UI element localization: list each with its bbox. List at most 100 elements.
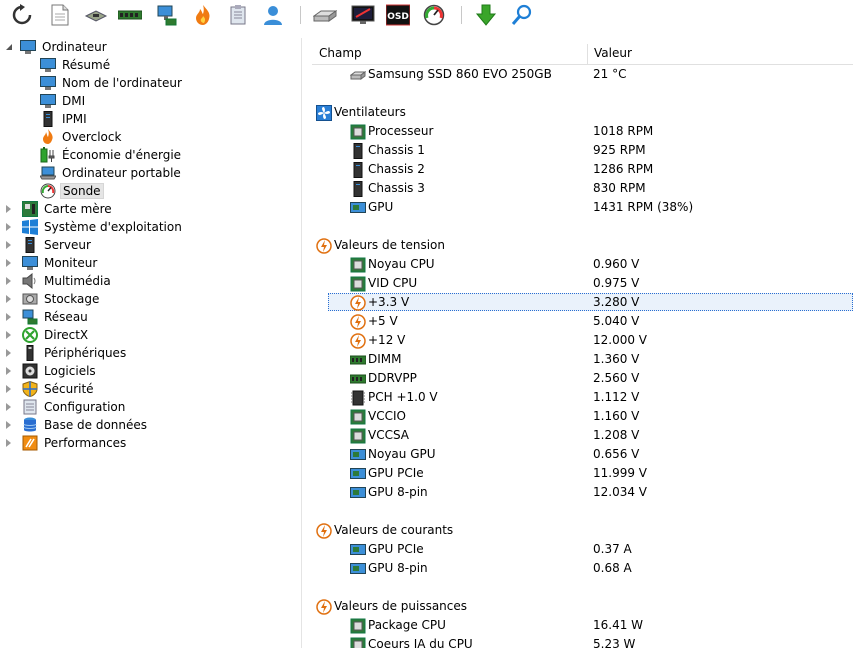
monitor-icon[interactable] bbox=[351, 3, 375, 27]
tree-node-sonde[interactable]: Sonde bbox=[40, 182, 104, 200]
group-header[interactable]: Valeurs de puissances bbox=[312, 597, 853, 616]
ram-stick-icon bbox=[349, 352, 367, 368]
tree-node-network[interactable]: Réseau bbox=[6, 308, 90, 326]
tree-label: IPMI bbox=[62, 112, 87, 126]
table-row[interactable]: Chassis 3 830 RPM bbox=[312, 179, 853, 198]
table-row[interactable]: Noyau CPU 0.960 V bbox=[312, 255, 853, 274]
drive-icon[interactable] bbox=[313, 3, 337, 27]
field-value: 21 °C bbox=[593, 67, 627, 81]
tree-node-motherboard[interactable]: Carte mère bbox=[6, 200, 114, 218]
table-row[interactable]: +12 V 12.000 V bbox=[312, 331, 853, 350]
tree-node-os[interactable]: Système d'exploitation bbox=[6, 218, 184, 236]
collapsed-arrow-icon[interactable] bbox=[6, 295, 11, 303]
report-icon[interactable] bbox=[48, 3, 72, 27]
table-row[interactable]: GPU 8-pin 0.68 A bbox=[312, 559, 853, 578]
gauge-icon[interactable] bbox=[422, 3, 446, 27]
table-row[interactable]: Chassis 2 1286 RPM bbox=[312, 160, 853, 179]
tree-node-monitor[interactable]: Moniteur bbox=[6, 254, 99, 272]
user-icon[interactable] bbox=[261, 3, 285, 27]
table-row[interactable]: Noyau GPU 0.656 V bbox=[312, 445, 853, 464]
field-name: +5 V bbox=[368, 314, 398, 328]
xbox-icon bbox=[22, 327, 38, 343]
chip-icon bbox=[350, 390, 366, 406]
tree-node-laptop[interactable]: Ordinateur portable bbox=[39, 164, 183, 182]
table-row[interactable]: DIMM 1.360 V bbox=[312, 350, 853, 369]
collapsed-arrow-icon[interactable] bbox=[6, 367, 11, 375]
flame-icon[interactable] bbox=[191, 3, 215, 27]
table-row[interactable]: GPU 8-pin 12.034 V bbox=[312, 483, 853, 502]
network-icon[interactable] bbox=[155, 3, 179, 27]
table-row[interactable]: GPU 1431 RPM (38%) bbox=[312, 198, 853, 217]
tree-node-ordinateur[interactable]: Ordinateur bbox=[6, 38, 109, 56]
collapsed-arrow-icon[interactable] bbox=[6, 385, 11, 393]
voltage-icon bbox=[350, 294, 366, 311]
table-row[interactable]: VID CPU 0.975 V bbox=[312, 274, 853, 293]
table-row-selected[interactable]: +3.3 V 3.280 V bbox=[312, 293, 853, 312]
collapsed-arrow-icon[interactable] bbox=[6, 349, 11, 357]
table-row[interactable]: DDRVPP 2.560 V bbox=[312, 369, 853, 388]
collapsed-arrow-icon[interactable] bbox=[6, 331, 11, 339]
field-value: 1.160 V bbox=[593, 409, 640, 423]
collapsed-arrow-icon[interactable] bbox=[6, 439, 11, 447]
memory-module-icon[interactable] bbox=[84, 3, 108, 27]
tree-node-ipmi[interactable]: IPMI bbox=[40, 110, 89, 128]
collapsed-arrow-icon[interactable] bbox=[6, 403, 11, 411]
tree-node-resume[interactable]: Résumé bbox=[40, 56, 112, 74]
table-row[interactable]: Coeurs IA du CPU 5.23 W bbox=[312, 635, 853, 648]
collapsed-arrow-icon[interactable] bbox=[6, 241, 11, 249]
table-row[interactable]: Chassis 1 925 RPM bbox=[312, 141, 853, 160]
table-row[interactable]: +5 V 5.040 V bbox=[312, 312, 853, 331]
tree-label: Ordinateur bbox=[42, 40, 107, 54]
tree-node-power-saving[interactable]: Économie d'énergie bbox=[40, 146, 183, 164]
tools-icon[interactable] bbox=[226, 3, 250, 27]
table-row[interactable]: PCH +1.0 V 1.112 V bbox=[312, 388, 853, 407]
osd-icon[interactable]: OSD bbox=[386, 3, 410, 27]
collapsed-arrow-icon[interactable] bbox=[6, 313, 11, 321]
collapsed-arrow-icon[interactable] bbox=[6, 421, 11, 429]
tree-node-directx[interactable]: DirectX bbox=[6, 326, 90, 344]
monitor-icon bbox=[40, 57, 56, 73]
field-value: 925 RPM bbox=[593, 143, 646, 157]
tree-node-overclock[interactable]: Overclock bbox=[40, 128, 123, 146]
tree-node-configuration[interactable]: Configuration bbox=[6, 398, 127, 416]
collapsed-arrow-icon[interactable] bbox=[6, 277, 11, 285]
group-header[interactable]: Ventilateurs bbox=[312, 103, 853, 122]
table-row[interactable]: Processeur 1018 RPM bbox=[312, 122, 853, 141]
column-header-value[interactable]: Valeur bbox=[587, 42, 844, 64]
tree-label: Nom de l'ordinateur bbox=[62, 76, 182, 90]
tree-node-dmi[interactable]: DMI bbox=[40, 92, 87, 110]
toolbar: OSD bbox=[0, 0, 853, 30]
field-name: Samsung SSD 860 EVO 250GB bbox=[368, 67, 552, 81]
table-row[interactable]: GPU PCIe 11.999 V bbox=[312, 464, 853, 483]
refresh-icon[interactable] bbox=[10, 3, 34, 27]
tree-node-security[interactable]: Sécurité bbox=[6, 380, 96, 398]
collapsed-arrow-icon[interactable] bbox=[6, 223, 11, 231]
field-name: DIMM bbox=[368, 352, 402, 366]
column-header-field[interactable]: Champ bbox=[312, 42, 589, 64]
collapsed-arrow-icon[interactable] bbox=[6, 205, 11, 213]
field-name: GPU PCIe bbox=[368, 542, 424, 556]
expanded-arrow-icon[interactable] bbox=[6, 44, 12, 50]
table-row[interactable]: GPU PCIe 0.37 A bbox=[312, 540, 853, 559]
monitor-icon bbox=[22, 255, 38, 271]
tree-label: Multimédia bbox=[44, 274, 111, 288]
collapsed-arrow-icon[interactable] bbox=[6, 259, 11, 267]
pane-splitter[interactable] bbox=[301, 38, 302, 648]
group-header[interactable]: Valeurs de tension bbox=[312, 236, 853, 255]
tree-node-performance[interactable]: Performances bbox=[6, 434, 128, 452]
table-row[interactable]: VCCIO 1.160 V bbox=[312, 407, 853, 426]
tree-node-computer-name[interactable]: Nom de l'ordinateur bbox=[40, 74, 184, 92]
tree-node-server[interactable]: Serveur bbox=[6, 236, 93, 254]
tree-node-software[interactable]: Logiciels bbox=[6, 362, 98, 380]
tree-node-multimedia[interactable]: Multimédia bbox=[6, 272, 113, 290]
table-row[interactable]: Package CPU 16.41 W bbox=[312, 616, 853, 635]
tree-node-storage[interactable]: Stockage bbox=[6, 290, 101, 308]
table-row[interactable]: VCCSA 1.208 V bbox=[312, 426, 853, 445]
ram-stick-icon[interactable] bbox=[118, 3, 142, 27]
search-icon[interactable] bbox=[510, 3, 534, 27]
tree-node-database[interactable]: Base de données bbox=[6, 416, 149, 434]
group-header[interactable]: Valeurs de courants bbox=[312, 521, 853, 540]
table-row[interactable]: Samsung SSD 860 EVO 250GB 21 °C bbox=[312, 65, 853, 84]
tree-node-peripherals[interactable]: Périphériques bbox=[6, 344, 128, 362]
download-arrow-icon[interactable] bbox=[474, 3, 498, 27]
